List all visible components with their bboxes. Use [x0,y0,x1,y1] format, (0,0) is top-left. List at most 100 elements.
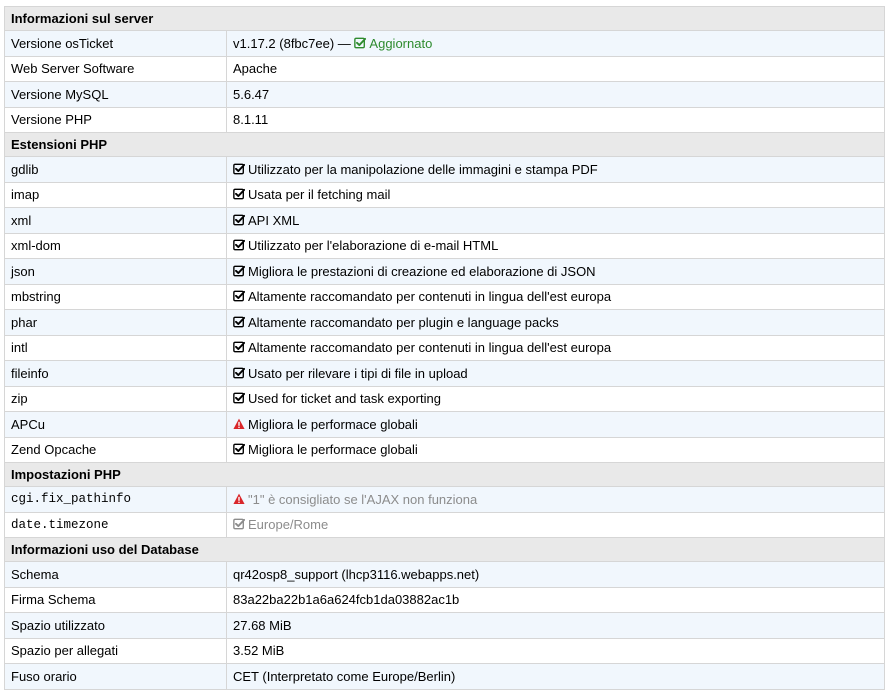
row-description: Migliora le performace globali [248,442,418,458]
extensions-row: json Migliora le prestazioni di creazione… [4,258,886,285]
row-value: Used for ticket and task exporting [225,385,886,412]
database-row: Spazio per allegati 3.52 MiB [4,637,886,664]
row-label: mbstring [4,283,227,310]
row-label: Versione osTicket [4,30,227,57]
row-value: Apache [225,55,886,82]
info-row-php-version: Versione PHP 8.1.11 [4,106,886,133]
row-value: Altamente raccomandato per contenuti in … [225,334,886,361]
row-description: Altamente raccomandato per contenuti in … [248,340,612,356]
row-value: 8.1.11 [225,106,886,133]
info-row-web-server: Web Server Software Apache [4,55,886,82]
row-label: Zend Opcache [4,436,227,463]
row-label: fileinfo [4,360,227,387]
row-label: Spazio utilizzato [4,612,227,639]
row-value: v1.17.2 (8fbc7ee) — Aggiornato [225,30,886,57]
check-square-icon [233,518,245,530]
row-description: Used for ticket and task exporting [248,391,441,407]
row-label: cgi.fix_pathinfo [4,486,227,513]
row-label: phar [4,309,227,336]
row-value: qr42osp8_support (lhcp3116.webapps.net) [225,561,886,588]
extensions-row: gdlib Utilizzato per la manipolazione del… [4,156,886,183]
check-square-icon [233,443,245,455]
extensions-row: fileinfo Usato per rilevare i tipi di fil… [4,360,886,387]
extensions-row: mbstring Altamente raccomandato per conte… [4,283,886,310]
section-title: Impostazioni PHP [3,462,886,487]
database-row: Fuso orario CET (Interpretato come Europe… [4,663,886,690]
extensions-row: imap Usata per il fetching mail [4,181,886,208]
row-value: Altamente raccomandato per contenuti in … [225,283,886,310]
row-value: Migliora le performace globali [225,411,886,438]
database-row: Schema qr42osp8_support (lhcp3116.webapps… [4,561,886,588]
section-header-settings: Impostazioni PHP [3,462,886,487]
row-label: Firma Schema [4,586,227,613]
row-value: CET (Interpretato come Europe/Berlin) [225,663,886,690]
row-label: imap [4,181,227,208]
check-square-icon [354,37,366,49]
update-status: Aggiornato [354,36,432,51]
check-square-icon [233,214,245,226]
extensions-row: Zend Opcache Migliora le performace globa… [4,436,886,463]
row-value: 27.68 MiB [225,612,886,639]
warning-icon [233,493,245,505]
check-square-icon [233,290,245,302]
row-label: date.timezone [4,511,227,538]
row-value: 83a22ba22b1a6a624fcb1da03882ac1b [225,586,886,613]
row-value: "1" è consigliato se l'AJAX non funziona [225,486,886,513]
row-label: zip [4,385,227,412]
row-label: Web Server Software [4,55,227,82]
extensions-row: APCu Migliora le performace globali [4,411,886,438]
check-square-icon [233,239,245,251]
check-square-icon [233,265,245,277]
row-value: API XML [225,207,886,234]
row-label: xml-dom [4,232,227,259]
section-title: Informazioni uso del Database [3,537,886,562]
extensions-row: xml API XML [4,207,886,234]
row-value: Utilizzato per l'elaborazione di e-mail … [225,232,886,259]
extensions-row: intl Altamente raccomandato per contenuti… [4,334,886,361]
version-text: v1.17.2 (8fbc7ee) — [233,35,351,51]
row-label: Spazio per allegati [4,637,227,664]
row-description: Migliora le prestazioni di creazione ed … [248,263,596,279]
row-value: Altamente raccomandato per plugin e lang… [225,309,886,336]
row-label: json [4,258,227,285]
row-label: Schema [4,561,227,588]
row-label: Versione PHP [4,106,227,133]
row-description: "1" è consigliato se l'AJAX non funziona [248,491,478,507]
extensions-row: zip Used for ticket and task exporting [4,385,886,412]
row-description: Utilizzato per la manipolazione delle im… [248,161,598,177]
info-row-osticket-version: Versione osTicket v1.17.2 (8fbc7ee) — Ag… [4,30,886,57]
database-row: Spazio utilizzato 27.68 MiB [4,612,886,639]
row-value: Utilizzato per la manipolazione delle im… [225,156,886,183]
row-label: intl [4,334,227,361]
section-title: Informazioni sul server [3,6,886,31]
row-value: 3.52 MiB [225,637,886,664]
info-row-mysql-version: Versione MySQL 5.6.47 [4,81,886,108]
settings-row: date.timezone Europe/Rome [4,511,886,538]
row-label: xml [4,207,227,234]
row-value: Usato per rilevare i tipi di file in upl… [225,360,886,387]
row-value: Migliora le prestazioni di creazione ed … [225,258,886,285]
section-header-database: Informazioni uso del Database [3,537,886,562]
check-square-icon [233,188,245,200]
check-square-icon [233,392,245,404]
row-description: API XML [248,212,300,228]
row-label: gdlib [4,156,227,183]
warning-icon [233,418,245,430]
update-status-label: Aggiornato [369,35,433,51]
row-description: Migliora le performace globali [248,416,418,432]
row-description: Altamente raccomandato per plugin e lang… [248,314,559,330]
check-square-icon [233,316,245,328]
row-description: Europe/Rome [248,517,329,533]
section-header-server: Informazioni sul server [3,6,886,31]
row-value: Usata per il fetching mail [225,181,886,208]
check-square-icon [233,367,245,379]
section-header-extensions: Estensioni PHP [3,132,886,157]
section-title: Estensioni PHP [3,132,886,157]
extensions-row: phar Altamente raccomandato per plugin e … [4,309,886,336]
row-value: Europe/Rome [225,511,886,538]
check-square-icon [233,163,245,175]
check-square-icon [233,341,245,353]
row-description: Altamente raccomandato per contenuti in … [248,289,612,305]
row-value: 5.6.47 [225,81,886,108]
row-description: Usata per il fetching mail [248,187,391,203]
